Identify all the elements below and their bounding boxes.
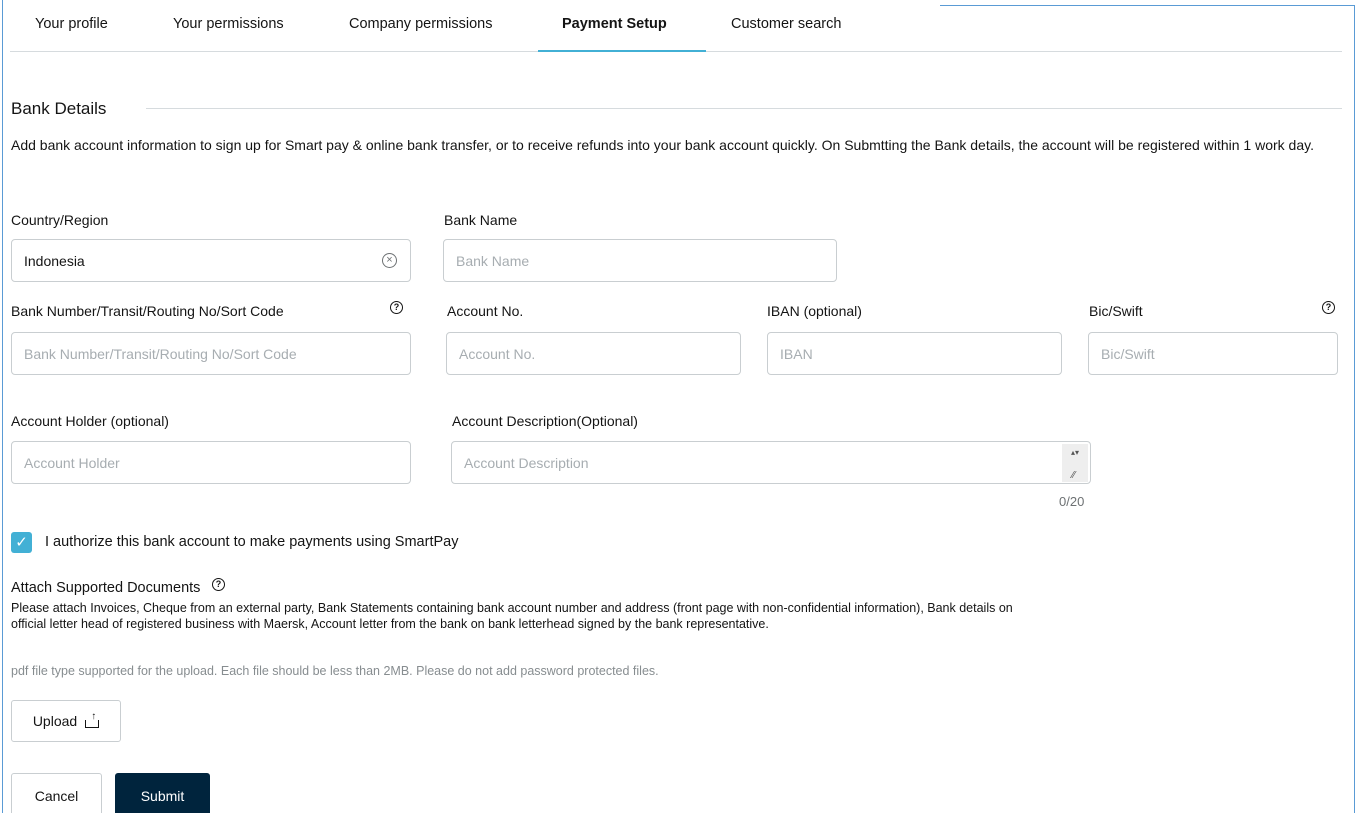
account-no-label: Account No. — [447, 303, 524, 319]
account-description-placeholder: Account Description — [464, 454, 589, 471]
submit-button[interactable]: Submit — [115, 773, 210, 813]
section-divider — [146, 108, 1342, 109]
bank-number-label: Bank Number/Transit/Routing No/Sort Code — [11, 303, 284, 319]
section-title: Bank Details — [11, 99, 107, 118]
country-label: Country/Region — [11, 212, 109, 228]
country-select[interactable]: Indonesia × — [11, 239, 411, 282]
bic-placeholder: Bic/Swift — [1101, 345, 1155, 362]
attach-description: Please attach Invoices, Cheque from an e… — [11, 601, 1013, 631]
account-holder-label: Account Holder (optional) — [11, 413, 169, 429]
attach-help-icon[interactable]: ? — [212, 578, 225, 591]
clear-icon[interactable]: × — [382, 253, 397, 268]
tab-payment-setup[interactable]: Payment Setup — [562, 16, 667, 32]
frame-border-right — [1354, 5, 1355, 813]
textarea-controls: ▴▾ ⁄⁄ — [1062, 444, 1088, 482]
account-description-label: Account Description(Optional) — [452, 413, 638, 429]
bank-number-placeholder: Bank Number/Transit/Routing No/Sort Code — [24, 345, 297, 362]
tab-customer-search[interactable]: Customer search — [731, 16, 841, 32]
tab-company-permissions[interactable]: Company permissions — [349, 16, 492, 32]
account-holder-placeholder: Account Holder — [24, 454, 120, 471]
authorize-label[interactable]: I authorize this bank account to make pa… — [45, 534, 458, 550]
iban-placeholder: IBAN — [780, 345, 813, 362]
tab-your-profile[interactable]: Your profile — [35, 16, 108, 32]
bank-name-placeholder: Bank Name — [456, 252, 530, 269]
upload-button[interactable]: Upload ↑ — [11, 700, 121, 742]
resize-grip-icon[interactable]: ⁄⁄ — [1072, 470, 1075, 481]
upload-label: Upload — [32, 713, 78, 729]
account-no-input[interactable]: Account No. — [446, 332, 741, 375]
bank-number-help-icon[interactable]: ? — [390, 301, 403, 314]
character-counter: 0/20 — [1059, 494, 1085, 509]
bic-label: Bic/Swift — [1089, 303, 1143, 319]
account-description-textarea[interactable]: Account Description ▴▾ ⁄⁄ — [451, 441, 1091, 484]
authorize-checkbox[interactable]: ✓ — [11, 532, 32, 553]
country-value: Indonesia — [24, 252, 85, 269]
attach-title: Attach Supported Documents — [11, 580, 200, 596]
iban-input[interactable]: IBAN — [767, 332, 1062, 375]
bic-input[interactable]: Bic/Swift — [1088, 332, 1338, 375]
iban-label: IBAN (optional) — [767, 303, 862, 319]
tab-bar: Your profile Your permissions Company pe… — [10, 0, 1342, 52]
intro-text: Add bank account information to sign up … — [11, 137, 1314, 153]
attach-hint: pdf file type supported for the upload. … — [11, 664, 659, 678]
tab-your-permissions[interactable]: Your permissions — [173, 16, 284, 32]
frame-border-left — [2, 0, 3, 813]
active-tab-indicator — [538, 50, 706, 52]
spinner-icon[interactable]: ▴▾ — [1071, 448, 1079, 457]
bank-name-label: Bank Name — [444, 212, 518, 228]
account-holder-input[interactable]: Account Holder — [11, 441, 411, 484]
bic-help-icon[interactable]: ? — [1322, 301, 1335, 314]
upload-icon: ↑ — [85, 711, 100, 728]
bank-number-input[interactable]: Bank Number/Transit/Routing No/Sort Code — [11, 332, 411, 375]
cancel-button[interactable]: Cancel — [11, 773, 102, 813]
account-no-placeholder: Account No. — [459, 345, 536, 362]
attach-title-text: Attach Supported Documents — [11, 580, 201, 596]
bank-name-input[interactable]: Bank Name — [443, 239, 837, 282]
